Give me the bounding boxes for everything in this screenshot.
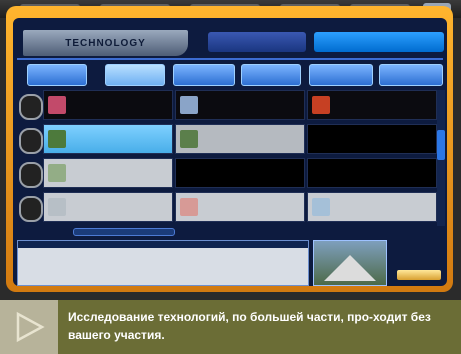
- tech-icon: [180, 198, 198, 216]
- game-window: TECHNOLOGY: [0, 0, 461, 300]
- empty-slot: [307, 124, 437, 154]
- scrollbar[interactable]: [437, 90, 445, 226]
- category-tab[interactable]: [379, 64, 443, 86]
- tech-item[interactable]: [175, 192, 305, 222]
- divider: [17, 58, 443, 60]
- detail-header: [18, 241, 308, 248]
- tech-icon: [48, 96, 66, 114]
- category-tab[interactable]: [27, 64, 87, 86]
- tech-item[interactable]: [307, 90, 437, 120]
- tab-research[interactable]: [208, 32, 306, 52]
- tech-item-selected[interactable]: [43, 124, 173, 154]
- tech-item[interactable]: [43, 90, 173, 120]
- tech-icon: [180, 130, 198, 148]
- tech-icon: [312, 96, 330, 114]
- tab-tech-tree[interactable]: [314, 32, 444, 52]
- scroll-thumb[interactable]: [437, 130, 445, 160]
- tech-icon: [180, 96, 198, 114]
- caption-text: Исследование технологий, по большей част…: [68, 310, 431, 342]
- tech-item[interactable]: [43, 192, 173, 222]
- tech-icon: [48, 130, 66, 148]
- page-title: TECHNOLOGY: [23, 30, 188, 56]
- play-arrow-icon: [0, 300, 58, 354]
- tech-item[interactable]: [307, 192, 437, 222]
- research-slider[interactable]: [73, 228, 175, 236]
- empty-slot: [175, 158, 305, 188]
- row-level-label: [19, 196, 43, 222]
- tech-detail-panel: [17, 240, 309, 286]
- tech-preview-image: [313, 240, 387, 286]
- tech-grid: [19, 90, 437, 226]
- tech-icon: [312, 198, 330, 216]
- empty-slot: [307, 158, 437, 188]
- tech-icon: [48, 164, 66, 182]
- row-level-label: [19, 94, 43, 120]
- category-tab-selected[interactable]: [105, 64, 165, 86]
- row-level-label: [19, 162, 43, 188]
- category-tab[interactable]: [309, 64, 373, 86]
- category-tab[interactable]: [241, 64, 301, 86]
- tech-item[interactable]: [43, 158, 173, 188]
- action-button[interactable]: [397, 270, 441, 280]
- tech-icon: [48, 198, 66, 216]
- mountain-image: [324, 255, 376, 281]
- tech-item[interactable]: [175, 90, 305, 120]
- category-tab[interactable]: [173, 64, 235, 86]
- technology-screen: TECHNOLOGY: [13, 18, 447, 286]
- row-level-label: [19, 128, 43, 154]
- tech-item[interactable]: [175, 124, 305, 154]
